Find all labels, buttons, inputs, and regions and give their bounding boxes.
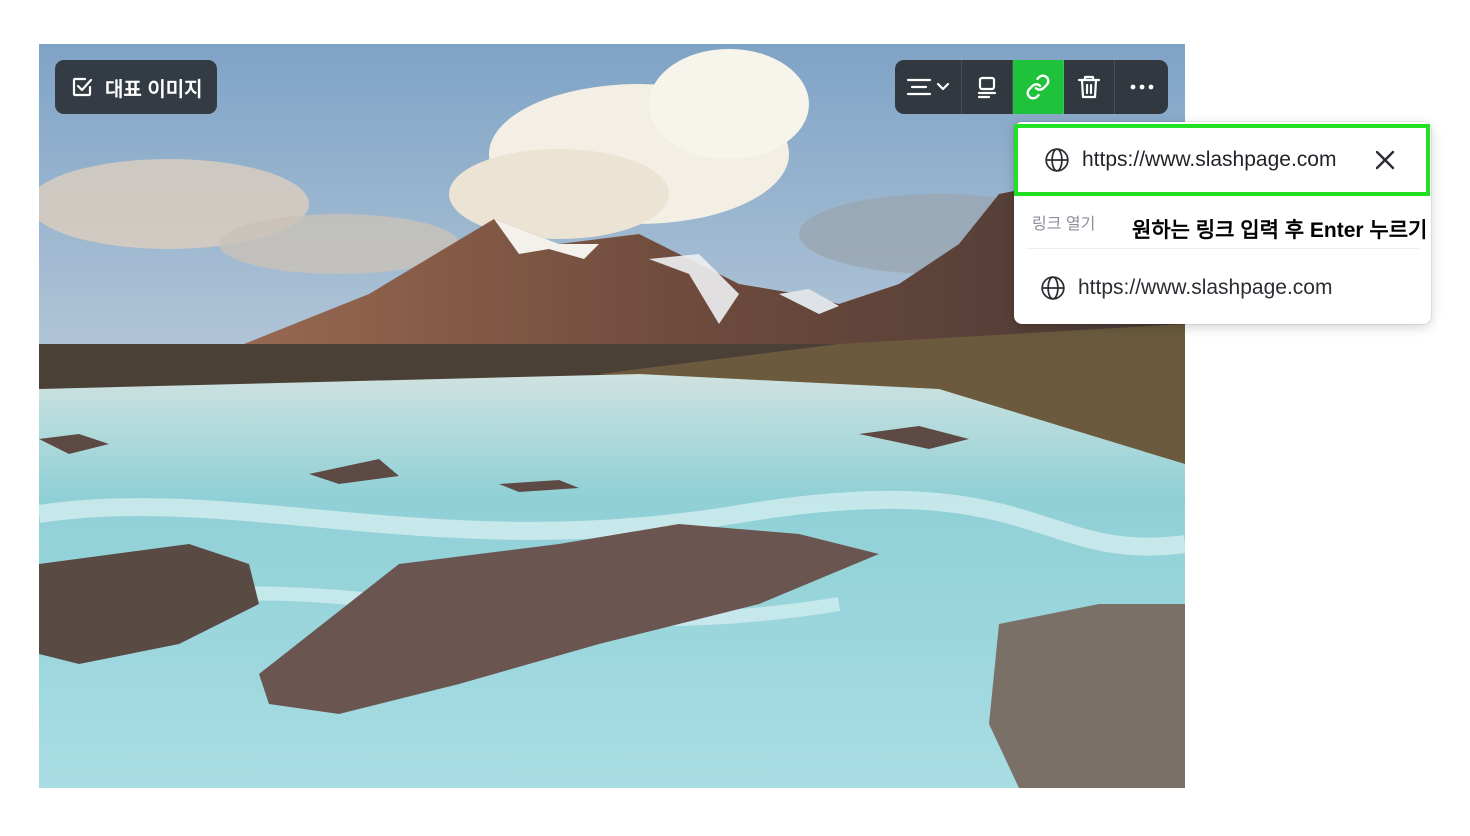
link-icon — [1026, 74, 1050, 100]
more-button[interactable] — [1115, 60, 1168, 114]
cover-image-label: 대표 이미지 — [105, 78, 203, 101]
delete-button[interactable] — [1064, 60, 1115, 114]
cover-image-badge[interactable]: 대표 이미지 — [55, 60, 217, 114]
clear-input-button[interactable] — [1372, 147, 1398, 173]
globe-icon — [1045, 148, 1069, 172]
link-input-row — [1014, 124, 1430, 196]
divider — [1026, 248, 1419, 249]
align-button[interactable] — [895, 60, 962, 114]
instruction-annotation: 원하는 링크 입력 후 Enter 누르기 — [1132, 219, 1428, 242]
link-suggestion-item[interactable]: https://www.slashpage.com — [1014, 262, 1431, 314]
link-suggestion-text: https://www.slashpage.com — [1078, 276, 1333, 299]
more-horizontal-icon — [1130, 84, 1153, 90]
checkbox-checked-icon — [69, 74, 95, 100]
globe-icon — [1041, 276, 1065, 300]
link-url-input[interactable] — [1082, 148, 1358, 172]
caption-button[interactable] — [962, 60, 1013, 114]
align-center-icon — [906, 78, 932, 96]
chevron-down-icon — [936, 82, 950, 91]
trash-icon — [1077, 75, 1101, 99]
link-button[interactable] — [1013, 60, 1064, 114]
caption-icon — [977, 76, 997, 99]
close-icon — [1375, 150, 1395, 170]
image-toolbar — [895, 60, 1168, 114]
open-link-section-label: 링크 열기 — [1032, 216, 1096, 233]
